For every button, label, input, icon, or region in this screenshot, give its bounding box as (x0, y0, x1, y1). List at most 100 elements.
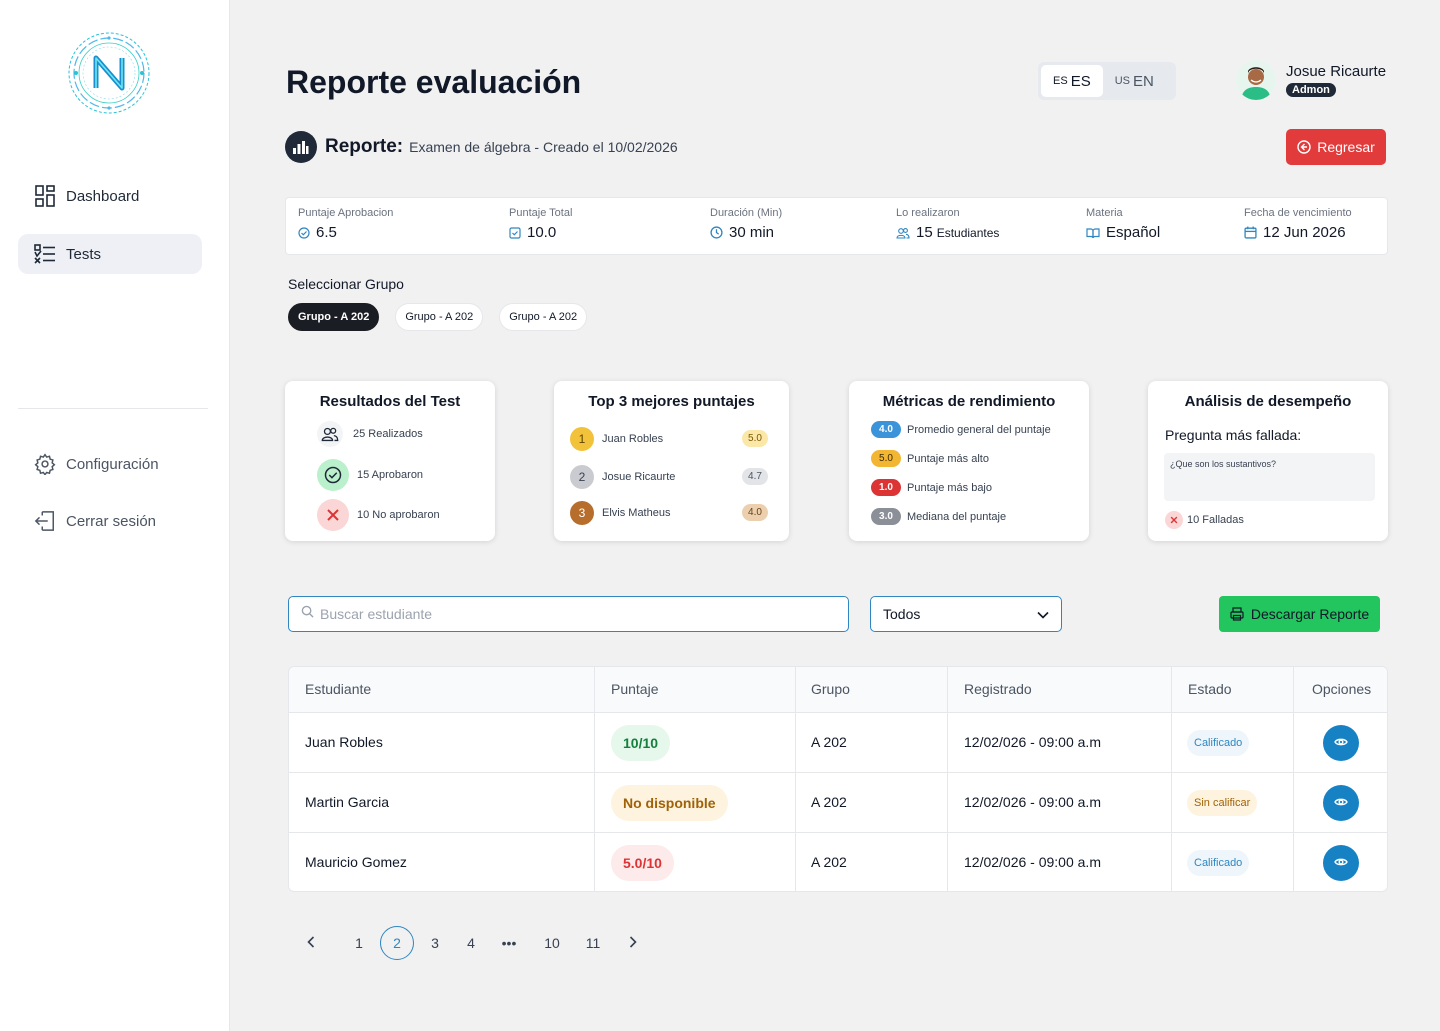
top3-score: 4.7 (742, 468, 768, 485)
status-badge: Sin calificar (1187, 790, 1258, 816)
top3-name: Josue Ricaurte (602, 471, 676, 483)
rank-badge: 2 (570, 465, 594, 489)
table-row: Juan Robles 10/10 A 202 12/02/026 - 09:0… (289, 713, 1387, 773)
failed-count: 10 Falladas (1187, 514, 1244, 526)
next-page-button[interactable] (616, 926, 650, 960)
results-row: 25 Realizados (317, 421, 423, 447)
back-button[interactable]: Regresar (1286, 129, 1386, 165)
stats-bar: Puntaje Aprobacion 6.5 Puntaje Total 10.… (285, 197, 1388, 255)
top3-card: Top 3 mejores puntajes 1 Juan Robles 5.0… (554, 381, 789, 541)
results-failed: 10 No aprobaron (357, 509, 440, 521)
page-ellipsis: ••• (501, 935, 517, 951)
students-table: Estudiante Puntaje Grupo Registrado Esta… (288, 666, 1388, 892)
pagination: 1 2 3 4 ••• 10 11 (294, 926, 650, 960)
column-divider (594, 667, 595, 891)
select-value: Todos (883, 606, 921, 622)
report-description: Examen de álgebra - Creado el 10/02/2026 (409, 139, 678, 155)
eye-icon (1334, 734, 1348, 752)
sidebar-item-cerrar-sesion[interactable]: Cerrar sesión (18, 501, 202, 541)
stat-label: Puntaje Aprobacion (298, 207, 394, 219)
score-badge: 5.0/10 (611, 845, 674, 881)
app-logo[interactable] (66, 30, 152, 116)
sidebar-item-tests[interactable]: Tests (18, 234, 202, 274)
status-badge: Calificado (1187, 730, 1250, 756)
sidebar-divider (18, 408, 208, 409)
flag-us-icon: US (1114, 75, 1130, 87)
view-button[interactable] (1323, 785, 1359, 821)
sidebar-item-label: Configuración (66, 455, 159, 473)
sidebar-item-configuracion[interactable]: Configuración (18, 444, 202, 484)
results-completed: 25 Realizados (353, 428, 423, 440)
sidebar-item-label: Dashboard (66, 187, 140, 205)
student-name: Martin Garcia (305, 794, 390, 810)
view-button[interactable] (1323, 845, 1359, 881)
language-label: ES (1070, 72, 1091, 90)
chevron-right-icon (629, 935, 637, 951)
stat-value: 15 (916, 224, 933, 241)
sidebar: Dashboard Tests Configuración Cerrar ses… (0, 0, 230, 1031)
stat-label: Materia (1086, 207, 1123, 219)
gear-icon (34, 453, 56, 475)
top3-name: Juan Robles (602, 433, 664, 445)
language-option-es[interactable]: ES ES (1041, 65, 1103, 97)
page-button[interactable]: 3 (418, 926, 452, 960)
column-header[interactable]: Registrado (964, 681, 1032, 697)
column-header[interactable]: Grupo (811, 681, 850, 697)
bar-chart-icon (285, 131, 317, 163)
group-select-label: Seleccionar Grupo (288, 276, 404, 292)
book-icon (1086, 227, 1100, 239)
language-option-en[interactable]: US EN (1103, 65, 1166, 97)
group-cell: A 202 (811, 794, 847, 810)
stat-passing-score: Puntaje Aprobacion 6.5 (298, 207, 393, 241)
rank-badge: 1 (570, 427, 594, 451)
column-header[interactable]: Estudiante (305, 681, 371, 697)
page-button[interactable]: 1 (342, 926, 376, 960)
card-title: Análisis de desempeño (1184, 393, 1352, 410)
registered-cell: 12/02/026 - 09:00 a.m (964, 794, 1101, 810)
sidebar-item-dashboard[interactable]: Dashboard (18, 176, 202, 216)
registered-cell: 12/02/026 - 09:00 a.m (964, 854, 1101, 870)
user-profile[interactable]: Josue Ricaurte Admon (1236, 60, 1386, 100)
column-divider (1293, 667, 1294, 891)
page-button[interactable]: 4 (454, 926, 488, 960)
user-name: Josue Ricaurte (1286, 62, 1387, 80)
group-chip[interactable]: Grupo - A 202 (288, 303, 380, 331)
top3-row: 2 Josue Ricaurte (570, 465, 675, 489)
chevron-down-icon (1037, 606, 1049, 622)
column-header[interactable]: Puntaje (611, 681, 658, 697)
sidebar-item-label: Tests (66, 245, 102, 263)
sidebar-item-label: Cerrar sesión (66, 512, 157, 530)
logout-icon (34, 510, 56, 532)
search-icon (301, 605, 314, 623)
metric-label: Puntaje más bajo (907, 481, 992, 494)
view-button[interactable] (1323, 725, 1359, 761)
metric-row: 1.0 Puntaje más bajo (871, 479, 992, 496)
stat-label: Puntaje Total (509, 207, 573, 219)
page-button[interactable]: 11 (576, 926, 610, 960)
top3-row: 1 Juan Robles (570, 427, 663, 451)
page-button[interactable]: 10 (535, 926, 569, 960)
page-button-current[interactable]: 2 (380, 926, 414, 960)
metrics-card: Métricas de rendimiento 4.0 Promedio gen… (849, 381, 1089, 541)
users-icon (317, 421, 343, 447)
stat-label: Duración (Min) (710, 207, 783, 219)
stat-value: 6.5 (316, 224, 337, 241)
group-chip[interactable]: Grupo - A 202 (395, 303, 484, 331)
clock-icon (710, 226, 723, 239)
search-input[interactable] (320, 606, 820, 622)
dashboard-icon (34, 185, 56, 207)
back-button-label: Regresar (1317, 139, 1375, 155)
prev-page-button[interactable] (294, 926, 328, 960)
download-report-button[interactable]: Descargar Reporte (1219, 596, 1380, 632)
stat-label: Lo realizaron (896, 207, 960, 219)
metric-label: Mediana del puntaje (907, 510, 1007, 523)
column-header[interactable]: Estado (1188, 681, 1232, 697)
card-title: Top 3 mejores puntajes (588, 393, 755, 410)
close-icon (1165, 511, 1183, 529)
group-chip[interactable]: Grupo - A 202 (499, 303, 588, 331)
eye-icon (1334, 854, 1348, 872)
flag-es-icon: ES (1053, 75, 1068, 87)
avatar[interactable] (1236, 60, 1276, 100)
results-row: 10 No aprobaron (317, 499, 440, 531)
status-filter-select[interactable]: Todos (870, 596, 1062, 632)
